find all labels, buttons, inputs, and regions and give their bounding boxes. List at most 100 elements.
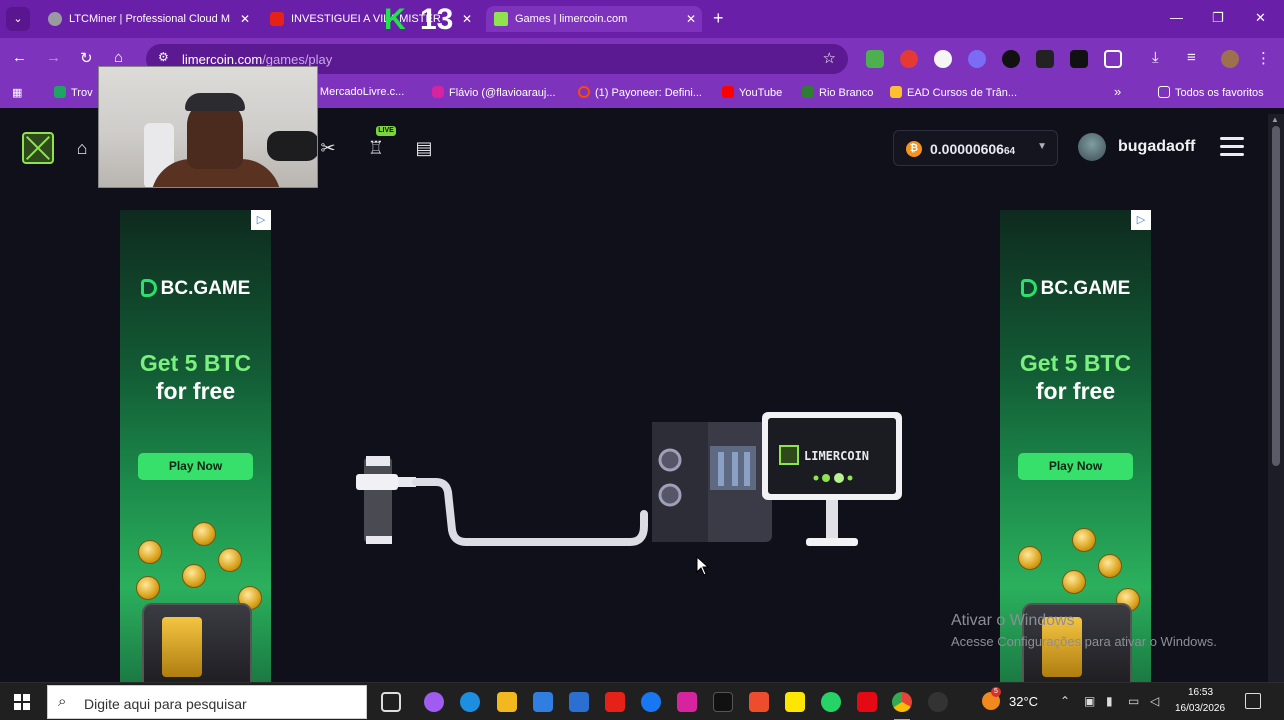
extension-face-icon[interactable] <box>934 50 952 68</box>
extension-graph-icon[interactable] <box>1070 50 1088 68</box>
ad-banner-left[interactable]: ▷ BC.GAME Get 5 BTC for free Play Now <box>120 210 271 682</box>
live-games-icon[interactable]: ♖ <box>364 136 388 160</box>
task-view-icon[interactable] <box>381 692 401 712</box>
search-placeholder: Digite aqui para pesquisar <box>84 696 247 712</box>
mercadolivre-icon[interactable] <box>785 692 805 712</box>
ad-subline: for free <box>155 378 236 404</box>
back-icon[interactable]: ← <box>12 49 27 66</box>
minimize-icon[interactable]: — <box>1170 10 1183 25</box>
whatsapp-icon[interactable] <box>821 692 841 712</box>
extension-a-icon[interactable] <box>1002 50 1020 68</box>
bookmark-label: (1) Payoneer: Defini... <box>595 87 702 99</box>
search-icon: ⌕ <box>58 693 67 710</box>
limercoin-logo-icon[interactable] <box>22 132 54 164</box>
bookmark-star-icon[interactable]: ☆ <box>823 49 836 67</box>
shopee-icon[interactable] <box>749 692 769 712</box>
extensions-puzzle-icon[interactable] <box>1104 50 1122 68</box>
reading-list-icon[interactable]: ≡ <box>1187 49 1196 66</box>
window-close-icon[interactable]: ✕ <box>1255 10 1266 26</box>
extension-chart-icon[interactable] <box>866 50 884 68</box>
netflix-icon[interactable] <box>857 692 877 712</box>
app-icon[interactable] <box>928 692 948 712</box>
bookmark-label: EAD Cursos de Trân... <box>907 87 1018 99</box>
copilot-icon[interactable] <box>424 692 444 712</box>
coin-icon <box>138 540 162 564</box>
news-icon[interactable]: ▤ <box>412 136 436 160</box>
tab-games-limercoin[interactable]: Games | limercoin.com ✕ <box>486 6 702 32</box>
adchoices-icon[interactable]: ▷ <box>1131 210 1151 230</box>
adchoices-icon[interactable]: ▷ <box>251 210 271 230</box>
flag-icon <box>802 86 814 98</box>
bookmark-item[interactable]: Trov <box>54 86 93 99</box>
bookmark-item[interactable]: | MercadoLivre.c... <box>314 86 404 98</box>
balance-selector[interactable]: ₿ 0.0000060664 ▼ <box>893 130 1058 166</box>
monitor-label: LIMERCOIN <box>804 449 869 463</box>
tray-chevron-icon[interactable]: ⌃ <box>1060 694 1070 708</box>
bookmarks-more-button[interactable]: » <box>1114 84 1121 99</box>
balance-main: 0.00000606 <box>930 141 1004 157</box>
clock-date[interactable]: 16/03/2026 <box>1175 703 1225 714</box>
notifications-icon[interactable] <box>1245 693 1261 709</box>
ad-subline: for free <box>1035 378 1116 404</box>
home-icon[interactable]: ⌂ <box>114 49 123 66</box>
instagram-icon[interactable] <box>677 692 697 712</box>
extension-red-icon[interactable] <box>900 50 918 68</box>
edge-icon[interactable] <box>460 692 480 712</box>
mining-game-illustration[interactable]: LIMERCOIN <box>340 390 920 570</box>
username[interactable]: bugadaoff <box>1118 138 1195 156</box>
file-explorer-icon[interactable] <box>497 692 517 712</box>
scroll-up-arrow-icon[interactable]: ▲ <box>1271 115 1279 124</box>
bookmark-item[interactable]: Rio Branco <box>802 86 873 99</box>
home-icon[interactable]: ⌂ <box>70 136 94 160</box>
download-icon[interactable]: ⤓ <box>1152 49 1159 66</box>
hamburger-menu-icon[interactable] <box>1220 137 1244 157</box>
outlook-icon[interactable] <box>569 692 589 712</box>
extension-square-icon[interactable] <box>1036 50 1054 68</box>
apps-grid-icon[interactable]: ▦ <box>12 86 22 99</box>
windows-start-icon[interactable] <box>14 694 30 710</box>
bookmark-item[interactable]: Flávio (@flavioarauj... <box>432 86 556 99</box>
facebook-icon[interactable] <box>641 692 661 712</box>
tools-icon[interactable]: ✂ <box>316 136 340 160</box>
chrome-icon[interactable] <box>892 692 912 720</box>
windows-activation-text: Acesse Configurações para ativar o Windo… <box>951 634 1217 649</box>
tab-ltcminer[interactable]: LTCMiner | Professional Cloud M ✕ <box>40 6 256 32</box>
tab-search-menu-icon[interactable]: ⌄ <box>6 7 30 31</box>
all-bookmarks-folder[interactable]: Todos os favoritos <box>1158 86 1264 99</box>
bcgame-logo-icon <box>140 279 157 297</box>
youtube-icon[interactable] <box>605 692 625 712</box>
volume-icon[interactable]: ◁ <box>1150 694 1159 708</box>
close-icon[interactable]: ✕ <box>462 6 472 32</box>
microphone-tray-icon[interactable]: ▮ <box>1106 694 1113 708</box>
new-tab-button[interactable]: + <box>713 8 724 29</box>
close-icon[interactable]: ✕ <box>686 6 696 32</box>
x-icon[interactable] <box>713 692 733 712</box>
page-scrollbar[interactable]: ▲ <box>1268 114 1284 682</box>
ad-play-now-button[interactable]: Play Now <box>138 453 253 480</box>
restore-icon[interactable]: ❐ <box>1212 10 1224 26</box>
store-icon[interactable] <box>533 692 553 712</box>
reload-icon[interactable]: ↻ <box>80 49 93 67</box>
temperature[interactable]: 32°C <box>1009 694 1038 709</box>
forward-icon[interactable]: → <box>46 49 61 66</box>
balance-small-digits: 64 <box>1003 146 1016 157</box>
profile-avatar-icon[interactable] <box>1221 50 1239 68</box>
close-icon[interactable]: ✕ <box>240 6 250 32</box>
bookmark-item[interactable]: YouTube <box>722 86 782 99</box>
coin-icon <box>192 522 216 546</box>
usb-icon[interactable]: ▣ <box>1084 694 1095 708</box>
avatar[interactable] <box>1078 133 1106 161</box>
windows-taskbar: ⌕ Digite aqui para pesquisar 5 32°C ⌃ ▣ … <box>0 682 1284 720</box>
browser-menu-icon[interactable]: ⋮ <box>1256 49 1271 67</box>
youtube-icon <box>722 86 734 98</box>
bookmark-item[interactable]: (1) Payoneer: Defini... <box>578 86 702 99</box>
network-icon[interactable]: ▭ <box>1128 694 1139 708</box>
clock-time[interactable]: 16:53 <box>1188 687 1213 698</box>
instagram-icon <box>432 86 444 98</box>
scroll-thumb[interactable] <box>1272 126 1280 466</box>
bookmark-item[interactable]: EAD Cursos de Trân... <box>890 86 1017 99</box>
site-info-icon[interactable]: ⚙ <box>158 50 169 64</box>
extension-shield-icon[interactable] <box>968 50 986 68</box>
taskbar-search-box[interactable]: ⌕ Digite aqui para pesquisar <box>47 685 367 719</box>
ad-play-now-button[interactable]: Play Now <box>1018 453 1133 480</box>
